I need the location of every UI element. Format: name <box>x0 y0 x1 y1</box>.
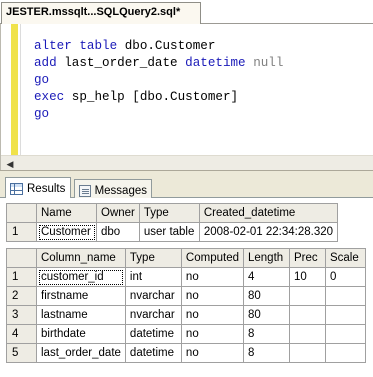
grid-header-row: Name Owner Type Created_datetime <box>6 203 339 223</box>
table-cell[interactable] <box>288 343 326 363</box>
table-cell[interactable]: user table <box>138 222 200 242</box>
code-token: dbo.Customer <box>124 39 216 53</box>
column-header[interactable]: Computed <box>180 248 244 268</box>
table-cell[interactable] <box>324 286 366 306</box>
code-token: datetime <box>185 56 254 70</box>
document-tab-strip: JESTER.mssqlt...SQLQuery2.sql* <box>0 0 373 24</box>
tab-messages[interactable]: Messages <box>74 179 152 199</box>
table-cell[interactable]: 4 <box>242 267 290 287</box>
tab-results[interactable]: Results <box>5 177 71 198</box>
column-header[interactable]: Column_name <box>36 248 126 268</box>
messages-icon <box>79 184 91 197</box>
table-row[interactable]: 4 birthdate datetime no 8 <box>6 324 366 344</box>
table-cell[interactable]: last_order_date <box>36 343 126 363</box>
editor-margin <box>20 24 21 155</box>
code-token: alter table <box>34 39 125 53</box>
code-line[interactable]: exec sp_help [dbo.Customer] <box>34 89 283 106</box>
table-cell[interactable]: 8 <box>242 324 290 344</box>
object-info-grid: Name Owner Type Created_datetime 1 Custo… <box>6 203 339 242</box>
table-cell[interactable] <box>288 305 326 325</box>
table-row[interactable]: 2 firstname nvarchar no 80 <box>6 286 366 306</box>
column-header[interactable]: Type <box>124 248 182 268</box>
table-row[interactable]: 1 customer_id int no 4 10 0 <box>6 267 366 287</box>
code-line[interactable]: add last_order_date datetime null <box>34 55 283 72</box>
table-cell[interactable]: lastname <box>36 305 126 325</box>
column-header[interactable]: Prec <box>288 248 326 268</box>
table-cell[interactable]: 8 <box>242 343 290 363</box>
table-cell[interactable]: nvarchar <box>124 286 182 306</box>
code-token: last_order_date <box>64 56 186 70</box>
code-token: go <box>34 107 50 121</box>
sql-code[interactable]: alter table dbo.Customer add last_order_d… <box>34 38 283 123</box>
row-number[interactable]: 5 <box>6 343 37 363</box>
code-token: go <box>34 73 50 87</box>
code-token: null <box>253 56 284 70</box>
row-number[interactable]: 4 <box>6 324 37 344</box>
table-cell[interactable]: 2008-02-01 22:34:28.320 <box>198 222 339 242</box>
editor-horizontal-scrollbar[interactable]: ◀ <box>1 155 373 171</box>
grid-icon <box>10 183 23 195</box>
grid-corner[interactable] <box>6 203 37 223</box>
pane-splitter[interactable] <box>0 170 373 177</box>
table-cell[interactable]: int <box>124 267 182 287</box>
table-cell[interactable]: no <box>180 267 244 287</box>
results-pane: Name Owner Type Created_datetime 1 Custo… <box>0 198 373 377</box>
table-cell[interactable] <box>324 343 366 363</box>
table-cell[interactable]: firstname <box>36 286 126 306</box>
scroll-left-arrow-icon[interactable]: ◀ <box>4 158 16 170</box>
table-cell[interactable] <box>324 324 366 344</box>
column-header[interactable]: Created_datetime <box>198 203 339 223</box>
table-cell[interactable] <box>288 324 326 344</box>
tab-results-label: Results <box>27 183 66 195</box>
table-cell[interactable]: customer_id <box>36 267 126 287</box>
changed-lines-marker <box>11 24 18 155</box>
table-cell[interactable]: no <box>180 343 244 363</box>
row-number[interactable]: 3 <box>6 305 37 325</box>
column-header[interactable]: Length <box>242 248 290 268</box>
grid-header-row: Column_name Type Computed Length Prec Sc… <box>6 248 366 268</box>
table-cell[interactable]: no <box>180 324 244 344</box>
table-cell[interactable]: no <box>180 286 244 306</box>
table-cell[interactable]: no <box>180 305 244 325</box>
column-header[interactable]: Scale <box>324 248 366 268</box>
table-cell[interactable]: 80 <box>242 305 290 325</box>
tab-messages-label: Messages <box>94 184 147 197</box>
table-cell[interactable] <box>288 286 326 306</box>
table-cell[interactable]: nvarchar <box>124 305 182 325</box>
code-token: add <box>34 56 65 70</box>
table-cell[interactable]: birthdate <box>36 324 126 344</box>
code-token: [dbo.Customer] <box>132 90 239 104</box>
table-cell[interactable]: datetime <box>124 324 182 344</box>
code-token: exec <box>34 90 72 104</box>
table-cell[interactable]: 0 <box>324 267 366 287</box>
code-line[interactable]: go <box>34 106 283 123</box>
column-header[interactable]: Name <box>36 203 97 223</box>
result-tabs: Results Messages <box>0 177 373 199</box>
table-row[interactable]: 3 lastname nvarchar no 80 <box>6 305 366 325</box>
table-cell[interactable] <box>324 305 366 325</box>
code-token: sp_help <box>71 90 133 104</box>
table-row[interactable]: 1 Customer dbo user table 2008-02-01 22:… <box>6 222 339 242</box>
grid-corner[interactable] <box>6 248 37 268</box>
table-cell[interactable]: dbo <box>96 222 140 242</box>
table-cell[interactable]: datetime <box>124 343 182 363</box>
row-number[interactable]: 1 <box>6 222 37 242</box>
query-editor[interactable]: alter table dbo.Customer add last_order_d… <box>0 24 373 171</box>
document-tab[interactable]: JESTER.mssqlt...SQLQuery2.sql* <box>1 2 201 24</box>
code-line[interactable]: alter table dbo.Customer <box>34 38 283 55</box>
table-cell[interactable]: Customer <box>36 222 97 242</box>
column-header[interactable]: Type <box>138 203 200 223</box>
columns-grid: Column_name Type Computed Length Prec Sc… <box>6 248 366 363</box>
table-row[interactable]: 5 last_order_date datetime no 8 <box>6 343 366 363</box>
row-number[interactable]: 1 <box>6 267 37 287</box>
code-line[interactable]: go <box>34 72 283 89</box>
row-number[interactable]: 2 <box>6 286 37 306</box>
table-cell[interactable]: 80 <box>242 286 290 306</box>
table-cell[interactable]: 10 <box>288 267 326 287</box>
column-header[interactable]: Owner <box>96 203 140 223</box>
